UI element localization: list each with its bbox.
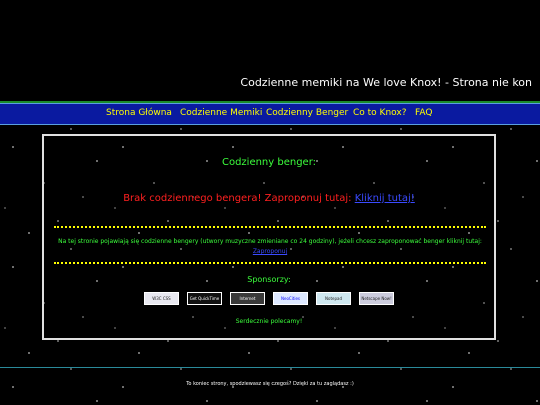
site-title: Codzienne memiki na We love Knox! - Stro… — [240, 76, 532, 89]
sponsor-badges: W3C CSS Get QuickTime Internet Explorer … — [144, 292, 398, 306]
dotted-divider — [54, 262, 486, 264]
nav-item-faq[interactable]: FAQ — [415, 108, 432, 118]
dotted-divider — [54, 226, 486, 228]
nav-item-home[interactable]: Strona Główna — [106, 108, 172, 118]
footer-divider — [0, 367, 540, 368]
nav-item-benger[interactable]: Codzienny Benger — [266, 108, 348, 118]
info-paragraph: Na tej stronie pojawiają się codzienne b… — [56, 237, 484, 257]
nav-border-bottom — [0, 124, 540, 125]
badge-neocities[interactable]: NeoCities — [273, 292, 308, 305]
thanks-text: Serdecznie polecamy! — [235, 318, 303, 325]
badge-netscape[interactable]: Netscape Now! — [359, 292, 394, 305]
badge-internet-explorer[interactable]: Internet Explorer — [230, 292, 265, 305]
badge-w3c-css[interactable]: W3C CSS — [144, 292, 179, 305]
content-box: Codzienny benger: Brak codziennego benge… — [42, 134, 496, 340]
no-benger-text: Brak codziennego bengera! Zaproponuj tut… — [123, 193, 355, 204]
badge-quicktime[interactable]: Get QuickTime — [187, 292, 222, 305]
footer-text: To koniec strony, spodziewasz się czegoś… — [186, 381, 354, 387]
suggest-benger-link[interactable]: Kliknij tutaj! — [355, 193, 415, 204]
nav-item-about-knox[interactable]: Co to Knox? — [353, 108, 407, 118]
info-suggest-link[interactable]: Zaproponuj — [253, 248, 287, 255]
badge-notepad[interactable]: Notepad — [316, 292, 351, 305]
header-band: Codzienne memiki na We love Knox! - Stro… — [0, 0, 540, 101]
no-benger-message: Brak codziennego bengera! Zaproponuj tut… — [44, 193, 494, 204]
nav-item-memes[interactable]: Codzienne Memiki — [180, 108, 262, 118]
navbar: Strona Główna Codzienne Memiki Codzienny… — [0, 104, 540, 124]
sponsors-label: Sponsorzy: — [247, 275, 291, 284]
section-heading: Codzienny benger: — [221, 157, 317, 168]
info-text: Na tej stronie pojawiają się codzienne b… — [58, 238, 482, 245]
